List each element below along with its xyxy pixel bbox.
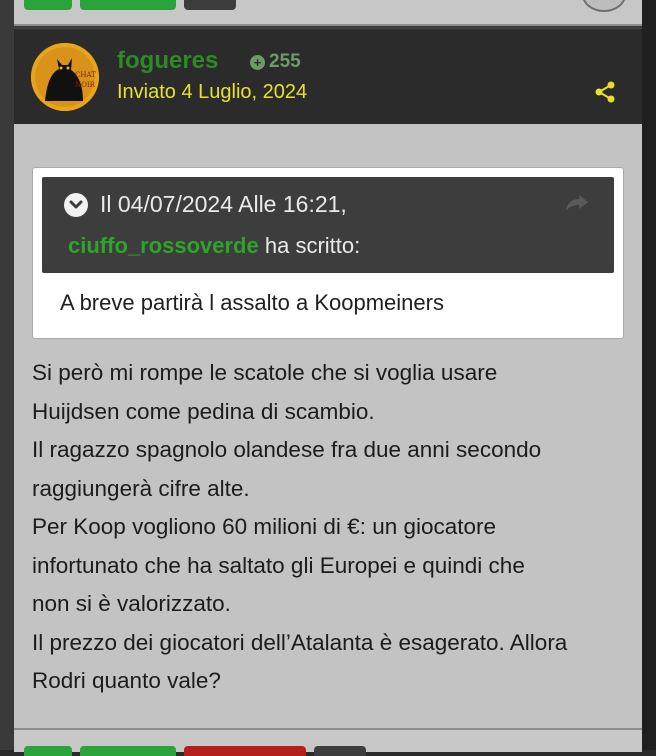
scroll-top-button[interactable] <box>582 0 626 12</box>
more-button[interactable] <box>314 746 366 756</box>
previous-post-action-bar <box>14 0 642 26</box>
post-line: Per Koop vogliono 60 milioni di €: un gi… <box>32 514 497 539</box>
previous-like-button[interactable] <box>24 0 72 10</box>
right-rail <box>642 0 656 750</box>
quote-attribution: ciuffo_rossoverde ha scritto: <box>68 233 360 259</box>
post-line: Rodri quanto vale? <box>32 668 221 693</box>
post-line: Huijdsen come pedina di scambio. <box>32 398 375 424</box>
post-line: raggiungerà cifre alte. <box>32 475 250 501</box>
post-line: Il prezzo dei giocatori dell’Atalanta è … <box>32 629 568 655</box>
post-date[interactable]: Inviato 4 Luglio, 2024 <box>117 81 307 104</box>
quoted-user[interactable]: ciuffo_rossoverde <box>68 233 259 258</box>
reputation-badge: + 255 <box>250 51 301 73</box>
report-button[interactable] <box>184 746 306 756</box>
svg-text:CHAT: CHAT <box>75 71 96 79</box>
quote-text: A breve partirà l assalto a Koopmeiners <box>60 290 444 315</box>
post-header: CHAT NOIR fogueres + 255 Inviato 4 Lugli… <box>14 28 642 125</box>
post-content: Si però mi rompe le scatole che si vogli… <box>32 354 632 701</box>
previous-action-button[interactable] <box>80 0 176 10</box>
like-button[interactable] <box>24 746 72 756</box>
quote-date: Il 04/07/2024 Alle 16:21, <box>100 191 347 217</box>
plus-circle-icon: + <box>250 54 265 70</box>
post-body: Il 04/07/2024 Alle 16:21, ciuffo_rossove… <box>14 124 642 728</box>
page-frame: CHAT NOIR fogueres + 255 Inviato 4 Lugli… <box>0 0 656 756</box>
svg-text:NOIR: NOIR <box>75 81 96 89</box>
post-line: non si è valorizzato. <box>32 591 231 616</box>
quote-block: Il 04/07/2024 Alle 16:21, ciuffo_rossove… <box>32 167 624 339</box>
share-icon[interactable] <box>594 81 616 103</box>
reputation-count: 255 <box>269 51 301 72</box>
quote-header: Il 04/07/2024 Alle 16:21, ciuffo_rossove… <box>42 177 614 273</box>
forward-arrow-icon[interactable] <box>564 193 590 213</box>
quote-wrote: ha scritto: <box>264 233 361 258</box>
chevron-down-icon[interactable] <box>64 192 88 217</box>
post-action-bar <box>14 728 642 756</box>
left-rail <box>0 0 14 750</box>
quote-button[interactable] <box>80 746 176 756</box>
previous-more-button[interactable] <box>184 0 236 10</box>
avatar[interactable]: CHAT NOIR <box>31 43 99 111</box>
author-name[interactable]: fogueres <box>117 47 218 75</box>
post-line: infortunato che ha saltato gli Europei e… <box>32 552 525 578</box>
post-line: Il ragazzo spagnolo olandese fra due ann… <box>32 437 542 462</box>
quote-header-line: Il 04/07/2024 Alle 16:21, <box>64 191 347 218</box>
post-line: Si però mi rompe le scatole che si vogli… <box>32 360 498 385</box>
avatar-image: CHAT NOIR <box>31 43 99 111</box>
